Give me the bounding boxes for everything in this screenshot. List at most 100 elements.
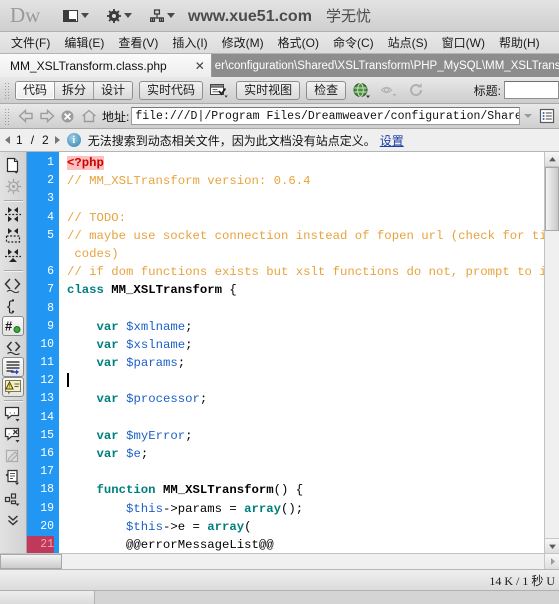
visual-aids-icon[interactable] <box>378 81 400 100</box>
code-line[interactable]: var $xmlname; <box>67 318 544 336</box>
code-line[interactable]: function MM_XSLTransform() { <box>67 481 544 499</box>
wrap-tag-icon[interactable] <box>2 446 24 467</box>
code-line[interactable]: $this->e = array( <box>67 518 544 536</box>
code-token: var <box>96 428 119 443</box>
next-triangle-icon[interactable] <box>54 136 60 144</box>
live-code-options-icon[interactable] <box>208 81 230 100</box>
prev-triangle-icon[interactable] <box>5 136 10 144</box>
code-token: ; <box>185 428 193 443</box>
collapse-full-tag-icon[interactable] <box>2 204 24 225</box>
code-line[interactable] <box>67 300 544 318</box>
balance-braces-icon[interactable]: { } <box>2 295 24 316</box>
menu-item-view[interactable]: 查看(V) <box>111 33 165 53</box>
hscroll-track[interactable] <box>62 554 544 569</box>
select-parent-tag-icon[interactable] <box>2 274 24 295</box>
page-title-input[interactable] <box>504 81 559 99</box>
menu-item-file[interactable]: 文件(F) <box>4 33 57 53</box>
menu-item-window[interactable]: 窗口(W) <box>435 33 492 53</box>
inspect-button[interactable]: 检查 <box>306 80 347 100</box>
stop-icon[interactable] <box>57 106 78 126</box>
code-line[interactable]: var $processor; <box>67 390 544 408</box>
chevron-down-icon <box>124 13 133 18</box>
code-token: $params <box>126 356 178 371</box>
code-line[interactable]: // maybe use socket connection instead o… <box>67 227 544 245</box>
menu-item-modify[interactable]: 修改(M) <box>215 33 271 53</box>
recent-snippets-icon[interactable] <box>2 467 24 488</box>
hscroll-right-arrow[interactable] <box>544 554 559 569</box>
site-url-text: www.xue51.com <box>188 8 312 25</box>
code-line[interactable]: var $e; <box>67 445 544 463</box>
page-separator: / <box>30 133 35 147</box>
info-bar: 1 / 2 i 无法搜索到动态相关文件，因为此文档没有站点定义。 设置 <box>0 129 559 152</box>
tab-design[interactable]: 设计 <box>94 81 133 99</box>
code-token: $e <box>126 447 141 461</box>
svg-text:!: ! <box>8 384 9 390</box>
tab-code[interactable]: 代码 <box>16 81 56 99</box>
move-indent-icon[interactable] <box>2 488 24 509</box>
globe-preview-icon[interactable] <box>351 81 373 100</box>
scroll-up-arrow[interactable] <box>545 152 559 167</box>
show-code-navigator-icon[interactable] <box>2 176 24 197</box>
refresh-icon[interactable] <box>405 81 427 100</box>
menu-item-site[interactable]: 站点(S) <box>381 33 435 53</box>
line-numbers-icon[interactable]: # <box>2 316 24 336</box>
file-list-icon[interactable] <box>537 107 557 126</box>
code-line[interactable]: // TODO: <box>67 209 544 227</box>
apply-comment-icon[interactable]: ... <box>2 404 24 425</box>
chevron-down-icon[interactable] <box>520 108 535 124</box>
code-line[interactable]: @@errorMessageList@@ <box>67 536 544 553</box>
open-documents-icon[interactable] <box>2 155 24 176</box>
code-editor[interactable]: 12345 6789101112131415161718192021222324… <box>27 152 544 553</box>
code-line[interactable] <box>67 409 544 427</box>
code-line[interactable] <box>67 190 544 208</box>
code-line-wrap[interactable]: codes) <box>67 245 544 263</box>
code-line[interactable]: $this->params = array(); <box>67 500 544 518</box>
close-icon[interactable]: ✕ <box>195 59 205 73</box>
document-tab[interactable]: MM_XSLTransform.class.php ✕ <box>0 54 212 77</box>
menu-item-edit[interactable]: 编辑(E) <box>57 33 111 53</box>
menu-item-format[interactable]: 格式(O) <box>271 33 326 53</box>
code-line[interactable]: var $myError; <box>67 427 544 445</box>
settings-link[interactable]: 设置 <box>380 132 404 149</box>
expand-all-icon[interactable] <box>2 246 24 267</box>
home-icon[interactable] <box>78 106 99 126</box>
code-token: MM_XSLTransform <box>111 283 222 298</box>
live-view-button[interactable]: 实时视图 <box>236 80 301 100</box>
remove-comment-icon[interactable]: .. <box>2 425 24 446</box>
more-options-icon[interactable] <box>2 509 24 530</box>
menu-item-commands[interactable]: 命令(C) <box>326 33 381 53</box>
code-line[interactable]: class MM_XSLTransform { <box>67 281 544 299</box>
code-line[interactable]: var $params; <box>67 354 544 372</box>
address-input[interactable]: file:///D|/Program Files/Dreamweaver/con… <box>131 107 520 125</box>
horizontal-scrollbar[interactable] <box>0 553 559 569</box>
code-line[interactable]: <?php <box>67 154 544 172</box>
toolbar-grip[interactable] <box>4 81 11 99</box>
back-arrow-icon[interactable] <box>15 106 36 126</box>
extend-settings-button[interactable] <box>98 4 141 28</box>
layout-switcher-button[interactable] <box>54 4 98 28</box>
toolbar-grip[interactable] <box>4 107 11 125</box>
scroll-track[interactable] <box>545 231 559 538</box>
tab-split[interactable]: 拆分 <box>55 81 95 99</box>
site-manager-button[interactable] <box>141 4 184 28</box>
menu-item-insert[interactable]: 插入(I) <box>165 33 214 53</box>
bottom-panel-tab[interactable] <box>0 591 95 604</box>
highlight-invalid-code-icon[interactable] <box>2 336 24 357</box>
status-bar: 14 K / 1 秒 U <box>0 569 559 590</box>
code-line[interactable]: // MM_XSLTransform version: 0.6.4 <box>67 172 544 190</box>
word-wrap-icon[interactable] <box>2 357 24 377</box>
code-line[interactable] <box>67 372 544 390</box>
code-line[interactable]: // if dom functions exists but xslt func… <box>67 263 544 281</box>
collapse-selection-icon[interactable] <box>2 225 24 246</box>
code-line[interactable]: var $xslname; <box>67 336 544 354</box>
forward-arrow-icon[interactable] <box>36 106 57 126</box>
hscroll-thumb[interactable] <box>0 554 62 569</box>
code-line[interactable] <box>67 463 544 481</box>
live-code-button[interactable]: 实时代码 <box>139 80 204 100</box>
vertical-scrollbar[interactable] <box>544 152 559 553</box>
scroll-down-arrow[interactable] <box>545 538 559 553</box>
menu-item-help[interactable]: 帮助(H) <box>492 33 547 53</box>
code-content[interactable]: <?php // MM_XSLTransform version: 0.6.4 //… <box>59 152 544 553</box>
scroll-thumb[interactable] <box>545 167 559 231</box>
syntax-error-alerts-icon[interactable]: ! <box>2 377 24 397</box>
